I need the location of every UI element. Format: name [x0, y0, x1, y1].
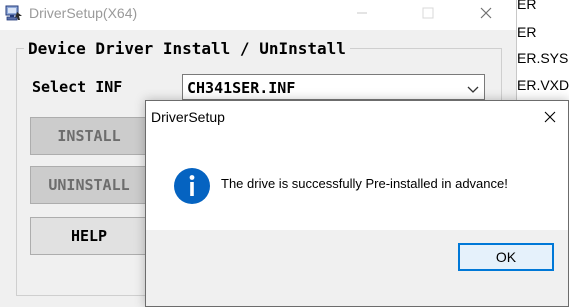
install-button[interactable]: INSTALL [30, 117, 148, 155]
groupbox-caption: Device Driver Install / UnInstall [24, 39, 350, 58]
close-icon[interactable] [542, 109, 558, 125]
ok-button[interactable]: OK [458, 243, 554, 271]
close-icon[interactable] [476, 3, 496, 23]
message-dialog: DriverSetup The drive is successfully Pr… [145, 100, 569, 307]
file-item[interactable]: ER.SYS [517, 50, 568, 66]
help-button[interactable]: HELP [30, 217, 148, 255]
title-bar[interactable]: DriverSetup(X64) [0, 0, 516, 30]
maximize-icon[interactable] [418, 3, 438, 23]
window-title: DriverSetup(X64) [29, 5, 138, 21]
background-file-list: ER ER ER.SYS ER.VXD [517, 0, 569, 100]
app-icon [5, 4, 23, 22]
chevron-down-icon[interactable] [466, 81, 480, 93]
inf-select-dropdown[interactable]: CH341SER.INF [182, 74, 485, 100]
file-item[interactable]: ER [517, 0, 536, 12]
inf-select-value: CH341SER.INF [187, 79, 296, 97]
uninstall-button[interactable]: UNINSTALL [30, 166, 148, 204]
dialog-message: The drive is successfully Pre-installed … [221, 176, 508, 191]
file-item[interactable]: ER.VXD [517, 77, 569, 93]
minimize-icon[interactable] [352, 3, 372, 23]
file-item[interactable]: ER [517, 24, 536, 40]
dialog-title: DriverSetup [151, 109, 225, 125]
select-inf-label: Select INF [32, 78, 123, 96]
info-icon [173, 167, 211, 205]
